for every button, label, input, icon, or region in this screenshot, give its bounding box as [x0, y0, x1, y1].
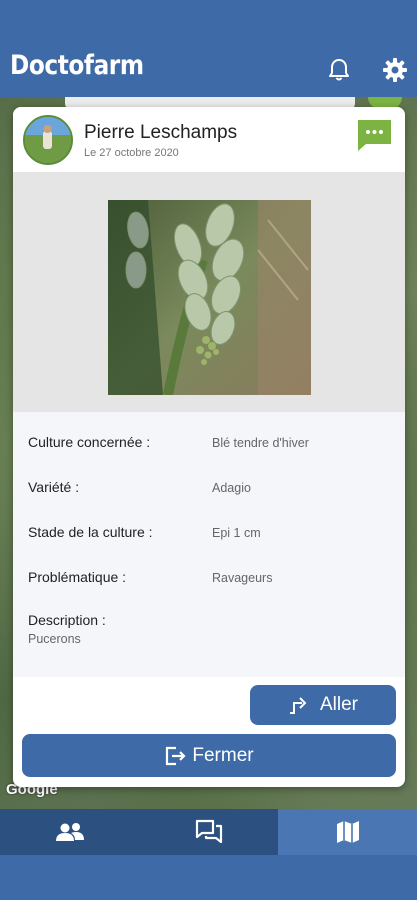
post-header: Pierre Leschamps Le 27 octobre 2020 — [13, 107, 405, 172]
field-label-variete: Variété : — [28, 479, 80, 495]
message-icon[interactable] — [358, 120, 391, 151]
go-button-label: Aller — [319, 694, 358, 715]
app-title: Doctofarm — [10, 50, 144, 81]
field-label-description: Description : — [28, 612, 106, 628]
nav-tab-map[interactable] — [278, 809, 417, 855]
bell-icon[interactable] — [325, 56, 353, 84]
map-icon — [336, 821, 359, 843]
go-button[interactable]: Aller — [250, 685, 396, 725]
field-label-culture: Culture concernée : — [28, 434, 151, 450]
photo-area — [13, 172, 405, 412]
user-name: Pierre Leschamps — [84, 122, 238, 143]
turn-arrow-icon — [289, 697, 307, 714]
nav-tab-messages[interactable] — [139, 809, 278, 855]
field-value-description: Pucerons — [28, 632, 81, 646]
nav-tab-community[interactable] — [0, 809, 139, 855]
avatar — [23, 115, 73, 165]
field-value-stade: Epi 1 cm — [212, 526, 261, 540]
exit-icon — [166, 746, 186, 765]
app-header: Doctofarm — [0, 0, 417, 97]
field-label-problematique: Problématique : — [28, 569, 127, 585]
field-value-variete: Adagio — [212, 481, 251, 495]
gear-icon[interactable] — [381, 56, 409, 84]
bottom-nav — [0, 809, 417, 900]
post-card: Pierre Leschamps Le 27 octobre 2020 Cult… — [13, 107, 405, 787]
crop-photo[interactable] — [108, 200, 311, 395]
users-icon — [55, 823, 84, 841]
chat-icon — [195, 819, 222, 844]
post-details: Culture concernée : Blé tendre d'hiver V… — [13, 412, 405, 677]
post-date: Le 27 octobre 2020 — [84, 147, 179, 159]
field-value-culture: Blé tendre d'hiver — [212, 436, 309, 450]
close-button[interactable]: Fermer — [22, 734, 396, 777]
field-label-stade: Stade de la culture : — [28, 524, 153, 540]
close-button-label: Fermer — [192, 744, 254, 766]
field-value-problematique: Ravageurs — [212, 571, 273, 585]
